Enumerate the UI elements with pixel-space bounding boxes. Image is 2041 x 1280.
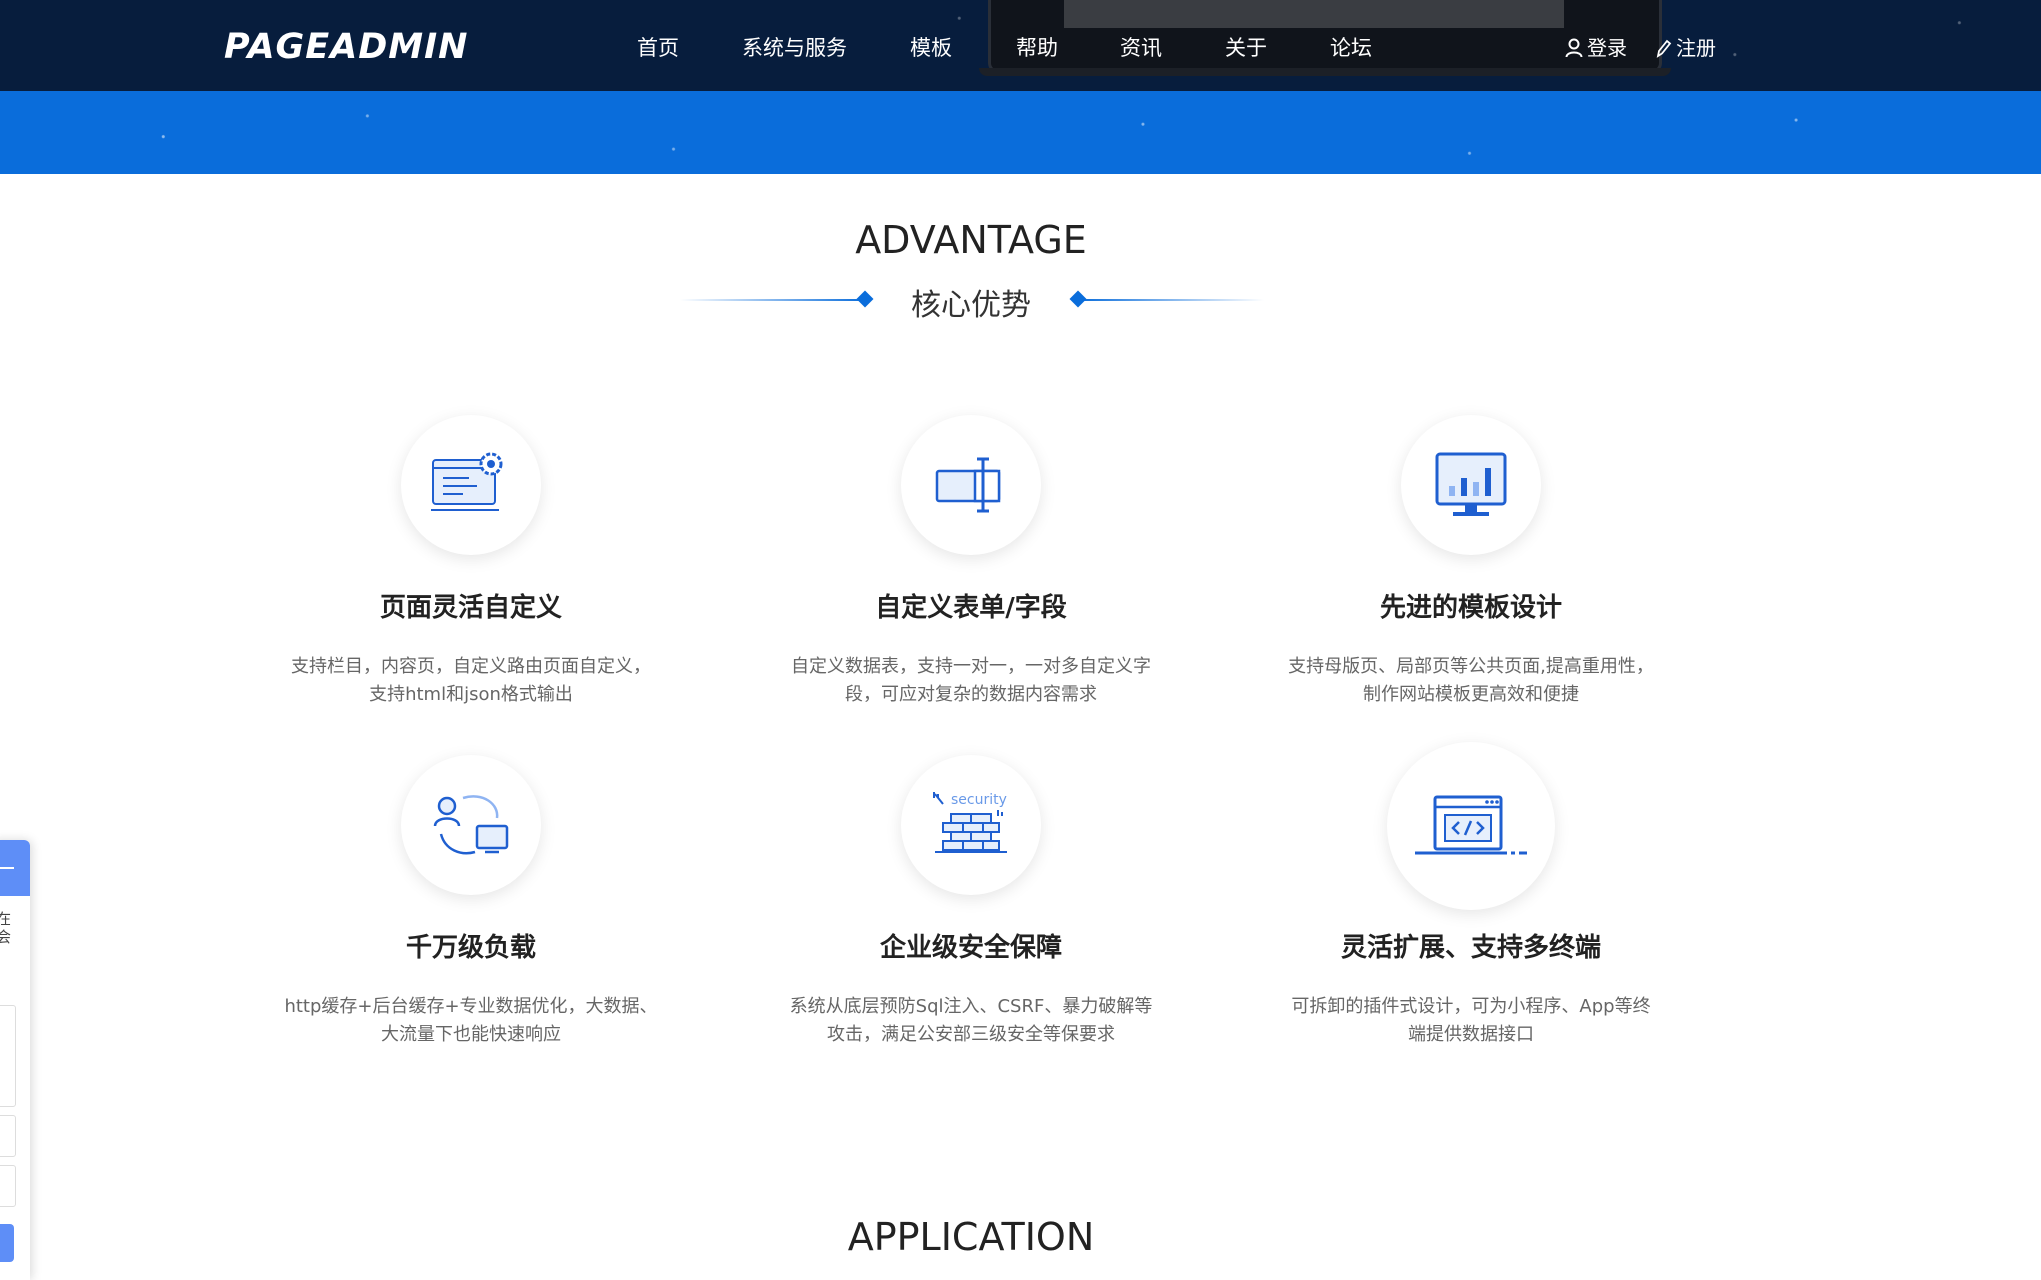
monitor-screen <box>1064 0 1564 28</box>
feature-title: 千万级负载 <box>405 933 536 963</box>
code-window-icon <box>1415 795 1527 855</box>
divider-line-right <box>1078 299 1264 301</box>
user-icon <box>1565 38 1583 58</box>
pencil-icon <box>1656 39 1672 58</box>
feature-icon-circle <box>1401 415 1541 555</box>
message-textarea[interactable] <box>0 1005 16 1107</box>
site-logo[interactable]: PAGEADMIN <box>224 24 468 70</box>
nav-item-about[interactable]: 关于 <box>1225 30 1267 66</box>
feature-description-line: 段，可应对复杂的数据内容需求 <box>845 684 1097 705</box>
feature-description-line: 可拆卸的插件式设计，可为小程序、App等终 <box>1291 996 1651 1017</box>
top-navigation-bar: PAGEADMIN 首页 系统与服务 模板 帮助 资讯 关于 论坛 登录 注册 <box>0 0 2041 91</box>
svg-text:security: security <box>951 792 1007 808</box>
feature-card: 自定义表单/字段 自定义数据表，支持一对一，一对多自定义字 段，可应对复杂的数据… <box>751 410 1191 720</box>
feature-title: 企业级安全保障 <box>879 933 1062 963</box>
feature-card: 千万级负载 http缓存+后台缓存+专业数据优化，大数据、 大流量下也能快速响应 <box>251 750 691 1060</box>
user-load-icon <box>433 795 509 855</box>
feature-icon-circle <box>401 755 541 895</box>
advantage-subtitle: 核心优势 <box>911 288 1031 323</box>
login-link[interactable]: 登录 <box>1565 30 1627 66</box>
register-label: 注册 <box>1676 36 1716 60</box>
name-field[interactable] <box>0 1115 16 1157</box>
header-monitor-decoration <box>979 0 1671 76</box>
hero-banner-strip <box>0 91 2041 174</box>
widget-text: 在 会 <box>0 910 12 946</box>
nav-item-templates[interactable]: 模板 <box>910 30 952 66</box>
nav-item-news[interactable]: 资讯 <box>1120 30 1162 66</box>
feature-title: 灵活扩展、支持多终端 <box>1340 933 1601 963</box>
application-title: APPLICATION <box>847 1215 1095 1259</box>
feature-description-line: http缓存+后台缓存+专业数据优化，大数据、 <box>284 996 658 1017</box>
feature-description-line: 支持栏目，内容页，自定义路由页面自定义， <box>291 656 651 677</box>
feature-description-line: 支持母版页、局部页等公共页面,提高重用性， <box>1288 656 1654 677</box>
form-field-icon <box>935 457 1001 513</box>
nav-item-help[interactable]: 帮助 <box>1016 30 1058 66</box>
contact-field[interactable] <box>0 1165 16 1207</box>
feature-description-line: 制作网站模板更高效和便捷 <box>1363 684 1579 705</box>
feature-description-line: 大流量下也能快速响应 <box>381 1024 561 1045</box>
nav-item-home[interactable]: 首页 <box>637 30 679 66</box>
feature-description-line: 端提供数据接口 <box>1408 1024 1534 1045</box>
feature-card: 页面灵活自定义 支持栏目，内容页，自定义路由页面自定义， 支持html和json… <box>251 410 691 720</box>
feature-icon-circle <box>1387 742 1555 910</box>
register-link[interactable]: 注册 <box>1654 30 1716 66</box>
feature-card: 先进的模板设计 支持母版页、局部页等公共页面,提高重用性， 制作网站模板更高效和… <box>1251 410 1691 720</box>
feature-description-line: 攻击，满足公安部三级安全等保要求 <box>827 1024 1115 1045</box>
feature-icon-circle: security <box>901 755 1041 895</box>
advantage-title: ADVANTAGE <box>855 218 1087 262</box>
side-chat-widget: 在 会 <box>0 840 30 1280</box>
nav-item-forum[interactable]: 论坛 <box>1330 30 1372 66</box>
feature-title: 先进的模板设计 <box>1379 593 1562 623</box>
feature-icon-circle <box>401 415 541 555</box>
settings-page-icon <box>431 452 503 511</box>
nav-item-systems-services[interactable]: 系统与服务 <box>742 30 847 66</box>
feature-card: security 企业级安全保障 系统从底层预防Sql注入、CSRF、暴力破解等 <box>751 750 1191 1060</box>
monitor-base <box>979 68 1671 76</box>
submit-button[interactable] <box>0 1224 14 1262</box>
feature-card: 灵活扩展、支持多终端 可拆卸的插件式设计，可为小程序、App等终 端提供数据接口 <box>1251 742 1691 1060</box>
minimize-button[interactable] <box>0 840 30 896</box>
security-wall-icon: security <box>933 792 1007 853</box>
feature-title: 页面灵活自定义 <box>379 593 562 623</box>
feature-description-line: 自定义数据表，支持一对一，一对多自定义字 <box>791 656 1151 677</box>
feature-title: 自定义表单/字段 <box>875 593 1067 623</box>
monitor-chart-icon <box>1435 452 1507 516</box>
feature-description-line: 支持html和json格式输出 <box>369 684 573 705</box>
login-label: 登录 <box>1587 36 1627 60</box>
feature-description-line: 系统从底层预防Sql注入、CSRF、暴力破解等 <box>789 996 1153 1017</box>
feature-icon-circle <box>901 415 1041 555</box>
